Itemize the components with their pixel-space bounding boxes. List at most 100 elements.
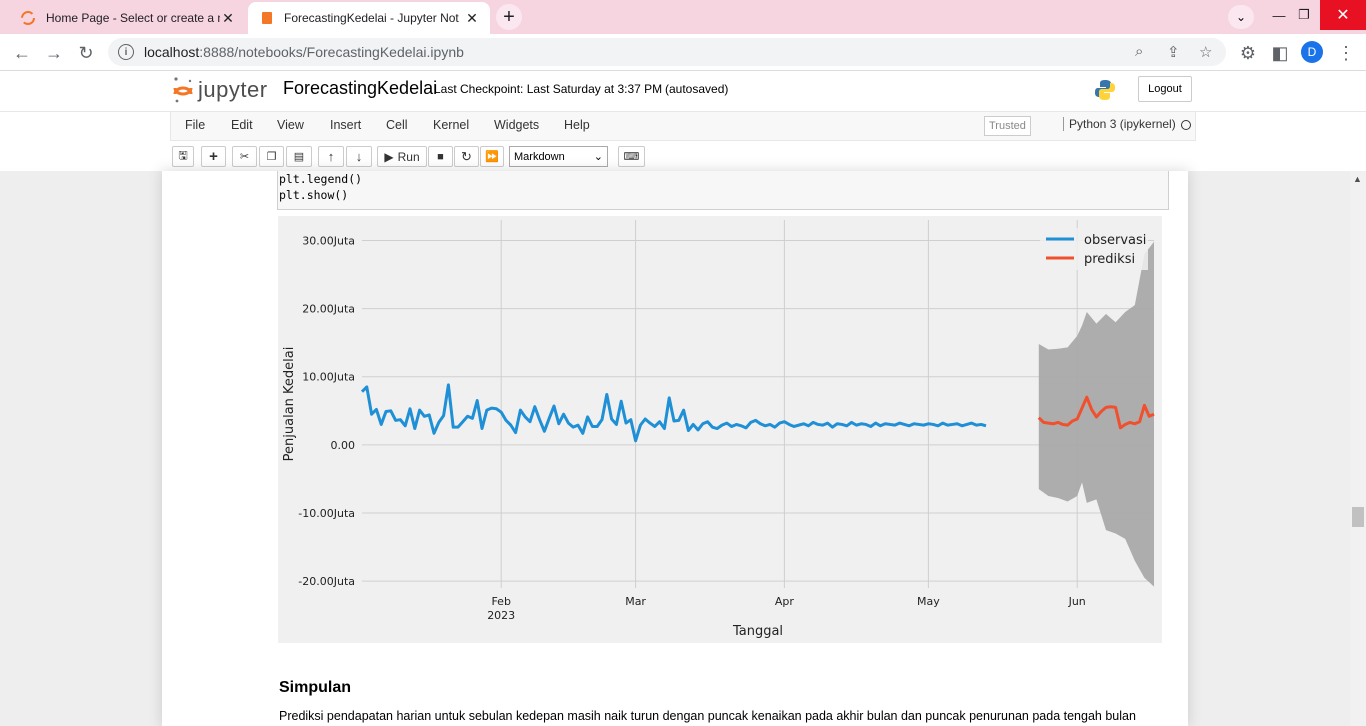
close-tab-icon[interactable]: ✕ [464,10,480,27]
menu-edit[interactable]: Edit [231,118,253,132]
extensions-puzzle-icon[interactable]: ⚙ [1236,41,1260,65]
browser-menu-icon[interactable]: ⋮ [1334,41,1358,65]
y-tick-label: 10.00Juta [302,371,355,384]
fast-forward-icon: ⏩ [485,151,499,163]
run-button[interactable]: ▶ Run [377,146,427,167]
site-info-icon[interactable]: i [118,44,134,60]
url-path: :8888/notebooks/ForecastingKedelai.ipynb [199,44,464,60]
share-icon[interactable]: ⇪ [1167,43,1180,61]
chevron-down-icon: ⌄ [593,151,603,163]
jupyter-wordmark: jupyter [198,77,268,102]
zoom-icon[interactable]: ⌕ [1135,43,1143,60]
x-tick-label: Apr [775,595,795,608]
cell-type-value: Markdown [514,150,565,163]
browser-tab-strip: Home Page - Select or create a n ✕ Forec… [0,0,1366,34]
browser-tab-notebook[interactable]: ForecastingKedelai - Jupyter Not ✕ [248,2,490,34]
back-button[interactable]: ← [10,41,34,65]
notebook-favicon-icon [262,12,272,24]
checkpoint-status: Last Checkpoint: Last Saturday at 3:37 P… [434,82,663,96]
jupyter-logo[interactable]: jupyter [172,76,268,104]
code-line: plt.legend() [279,172,363,186]
stop-icon: ■ [437,150,444,163]
browser-tab-title: ForecastingKedelai - Jupyter Not [284,11,459,25]
plus-icon: + [209,148,218,165]
menu-file[interactable]: File [185,118,205,132]
restart-icon: ↻ [461,148,472,164]
cut-button[interactable]: ✂ [232,146,257,167]
menu-view[interactable]: View [277,118,304,132]
browser-tab-home[interactable]: Home Page - Select or create a n ✕ [8,2,246,34]
restart-button[interactable]: ↻ [454,146,479,167]
y-tick-label: 30.00Juta [302,234,355,247]
y-tick-label: 0.00 [331,439,356,452]
new-tab-button[interactable]: + [496,4,522,30]
kernel-idle-icon [1181,120,1191,130]
tab-search-button[interactable]: ⌄ [1228,5,1254,29]
insert-cell-button[interactable]: + [201,146,226,167]
jupyter-logo-icon [173,77,193,103]
side-panel-icon[interactable]: ◧ [1268,41,1292,65]
close-window-button[interactable]: ✕ [1320,0,1366,30]
profile-avatar[interactable]: D [1301,41,1323,63]
arrow-down-icon: ↓ [355,149,363,164]
browser-toolbar: ← → ↻ i localhost:8888/notebooks/Forecas… [0,34,1366,71]
notebook-name[interactable]: ForecastingKedelai [283,78,437,99]
url-host: localhost [144,44,200,60]
notebook-container: plt.legend() plt.show() Feb 2023 Mar Apr May… [162,171,1188,726]
code-line: plt.show() [279,188,349,202]
forecast-chart: Feb2023 Mar Apr May Jun 30.00Juta 20.00Juta 10.… [282,220,1155,639]
x-tick-label: Feb [491,595,510,608]
interrupt-button[interactable]: ■ [428,146,453,167]
scrollbar-thumb[interactable] [1352,507,1364,527]
close-tab-icon[interactable]: ✕ [220,10,236,27]
autosave-status: (autosaved) [665,82,729,96]
reload-button[interactable]: ↻ [74,41,98,65]
scroll-up-icon[interactable]: ▲ [1353,174,1362,184]
python-logo-icon [1095,80,1115,100]
arrow-up-icon: ↑ [327,149,335,164]
paste-icon: ▤ [293,151,305,163]
restart-run-all-button[interactable]: ⏩ [480,146,504,167]
menu-bar: File Edit View Insert Cell Kernel Widget… [170,112,1196,141]
x-tick-label: May [917,595,940,608]
run-label: Run [397,149,420,164]
menu-widgets[interactable]: Widgets [494,118,539,132]
kernel-name: Python 3 (ipykernel) [1063,117,1176,131]
notebook-area: plt.legend() plt.show() Feb 2023 Mar Apr May… [0,171,1350,726]
code-cell-input[interactable]: plt.legend() plt.show() [277,171,1169,210]
trusted-indicator[interactable]: Trusted [984,116,1031,136]
save-icon: 🖫 [178,150,188,162]
save-button[interactable]: 🖫 [172,146,194,167]
legend-label-prediksi: prediksi [1084,252,1135,267]
x-axis-label: Tanggal [732,624,783,639]
forward-button[interactable]: → [42,41,66,65]
y-tick-label: -20.00Juta [298,575,355,588]
command-palette-button[interactable]: ⌨ [618,146,645,167]
bookmark-star-icon[interactable]: ☆ [1199,43,1212,61]
url-text: localhost:8888/notebooks/ForecastingKede… [144,44,464,60]
cell-type-select[interactable]: Markdown ⌄ [509,146,608,167]
jupyter-header: jupyter ForecastingKedelai Last Checkpoi… [0,71,1366,111]
move-down-button[interactable]: ↓ [346,146,372,167]
legend-label-observasi: observasi [1084,233,1146,248]
menu-insert[interactable]: Insert [330,118,361,132]
copy-button[interactable]: ❐ [259,146,284,167]
copy-icon: ❐ [266,151,277,163]
menu-cell[interactable]: Cell [386,118,408,132]
markdown-paragraph: Prediksi pendapatan harian untuk sebulan… [279,709,1136,723]
paste-button[interactable]: ▤ [286,146,312,167]
menu-kernel[interactable]: Kernel [433,118,469,132]
logout-button[interactable]: Logout [1138,76,1192,102]
x-tick-sublabel: 2023 [487,609,515,622]
address-bar[interactable]: i localhost:8888/notebooks/ForecastingKe… [108,38,1226,66]
markdown-heading: Simpulan [279,679,352,696]
y-tick-label: 20.00Juta [302,303,355,316]
page-scrollbar[interactable]: ▲ [1350,171,1366,726]
move-up-button[interactable]: ↑ [318,146,344,167]
keyboard-icon: ⌨ [623,151,640,163]
jupyter-favicon-icon [21,11,35,25]
y-tick-label: -10.00Juta [298,507,355,520]
chart-output: Feb 2023 Mar Apr May Jun 30.00Juta 20.00Juta 10.… [278,216,1162,643]
menu-help[interactable]: Help [564,118,590,132]
y-axis-label: Penjualan Kedelai [282,347,297,462]
